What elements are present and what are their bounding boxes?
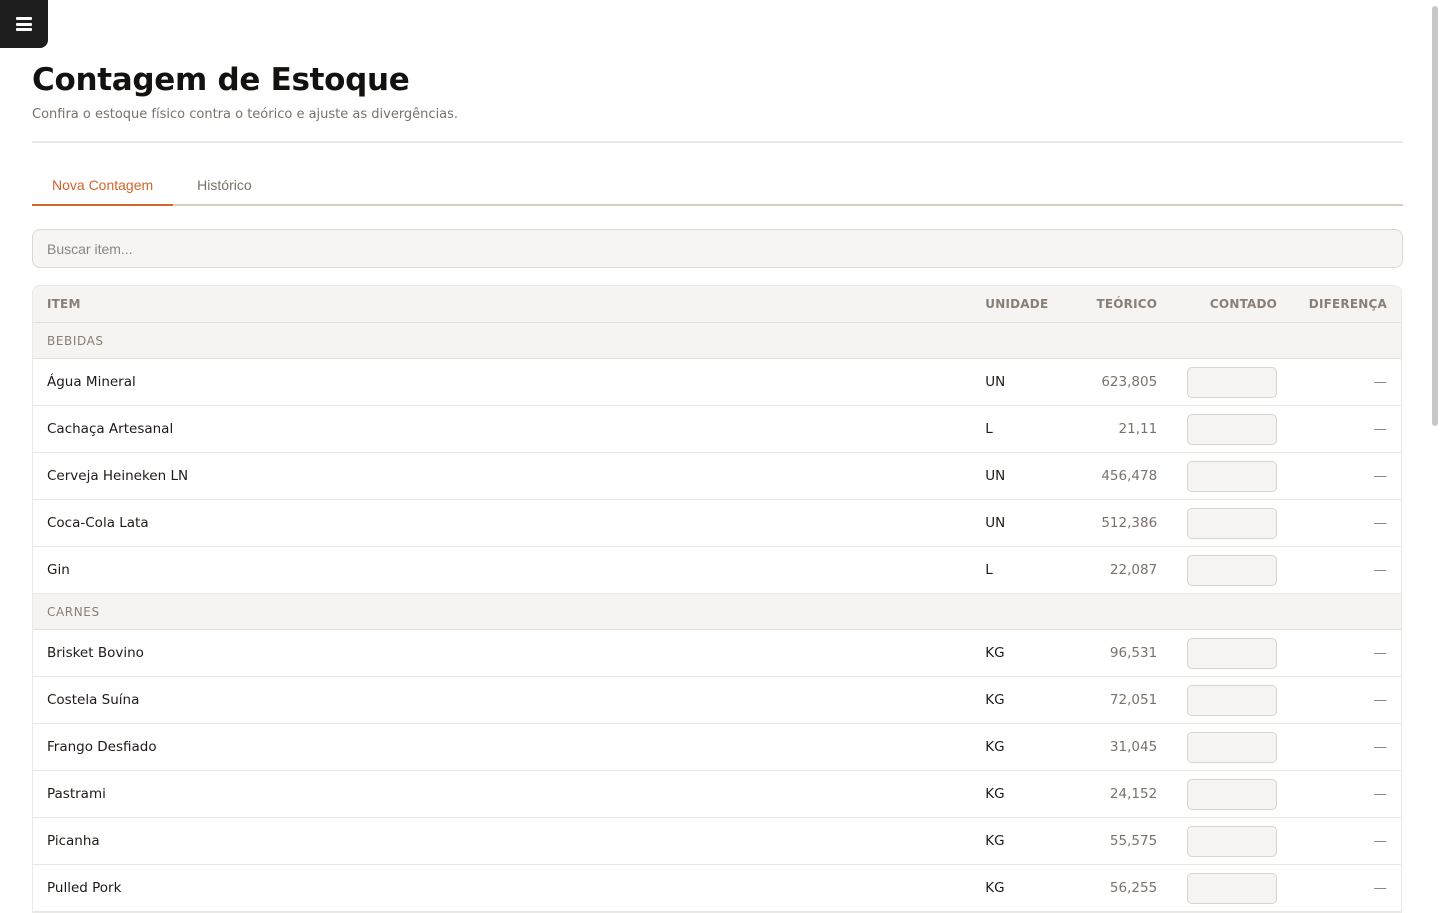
search-input[interactable]: [32, 229, 1403, 268]
column-header-item: ITEM: [47, 297, 81, 311]
item-counted-cell: [1157, 460, 1278, 492]
column-header-difference: DIFERENÇA: [1308, 297, 1387, 311]
item-name: Costela Suína: [47, 692, 140, 708]
item-unit: L: [985, 421, 993, 437]
item-counted-cell: [1157, 778, 1278, 810]
item-unit: UN: [985, 374, 1006, 390]
item-counted-cell: [1157, 554, 1278, 586]
counted-input[interactable]: [1187, 872, 1278, 904]
item-difference: —: [1373, 880, 1388, 896]
item-name: Brisket Bovino: [47, 645, 144, 661]
item-theoretical: 55,575: [1109, 833, 1158, 849]
table-row: Frango Desfiado KG 31,045 —: [33, 724, 1401, 771]
item-name: Frango Desfiado: [47, 739, 157, 755]
item-counted-cell: [1157, 413, 1278, 445]
item-theoretical: 72,051: [1109, 692, 1158, 708]
item-difference: —: [1373, 739, 1388, 755]
item-unit: KG: [985, 739, 1005, 755]
item-unit: KG: [985, 880, 1005, 896]
item-unit: UN: [985, 468, 1006, 484]
category-row: CARNES: [33, 594, 1401, 630]
inventory-table: ITEM UNIDADE TEÓRICO CONTADO DIFERENÇA B…: [32, 285, 1402, 913]
item-difference: —: [1373, 833, 1388, 849]
item-difference: —: [1373, 692, 1388, 708]
table-row: Coca-Cola Lata UN 512,386 —: [33, 500, 1401, 547]
table-row: Picanha KG 55,575 —: [33, 818, 1401, 865]
hamburger-menu-icon: [16, 17, 32, 31]
item-counted-cell: [1157, 872, 1278, 904]
item-name: Gin: [47, 562, 70, 578]
category-row: BEBIDAS: [33, 323, 1401, 359]
item-theoretical: 24,152: [1109, 786, 1158, 802]
category-label: BEBIDAS: [47, 333, 104, 348]
item-counted-cell: [1157, 507, 1278, 539]
item-difference: —: [1373, 645, 1388, 661]
table-row: Gin L 22,087 —: [33, 547, 1401, 594]
item-unit: KG: [985, 692, 1005, 708]
page-title: Contagem de Estoque: [32, 62, 410, 98]
column-header-counted: CONTADO: [1209, 297, 1278, 311]
item-unit: KG: [985, 786, 1005, 802]
header-divider: [32, 141, 1403, 143]
table-row: Brisket Bovino KG 96,531 —: [33, 630, 1401, 677]
counted-input[interactable]: [1187, 825, 1278, 857]
item-counted-cell: [1157, 637, 1278, 669]
item-theoretical: 512,386: [1101, 515, 1158, 531]
item-theoretical: 22,087: [1109, 562, 1158, 578]
item-difference: —: [1373, 786, 1388, 802]
item-difference: —: [1373, 562, 1388, 578]
counted-input[interactable]: [1187, 684, 1278, 716]
item-theoretical: 21,11: [1118, 421, 1158, 437]
page-subtitle: Confira o estoque físico contra o teóric…: [32, 107, 459, 122]
counted-input[interactable]: [1187, 778, 1278, 810]
item-difference: —: [1373, 374, 1388, 390]
item-counted-cell: [1157, 684, 1278, 716]
counted-input[interactable]: [1187, 507, 1278, 539]
item-name: Cachaça Artesanal: [47, 421, 174, 437]
counted-input[interactable]: [1187, 413, 1278, 445]
item-difference: —: [1373, 515, 1388, 531]
item-unit: L: [985, 562, 993, 578]
item-unit: UN: [985, 515, 1006, 531]
item-counted-cell: [1157, 825, 1278, 857]
counted-input[interactable]: [1187, 731, 1278, 763]
column-header-theoretical: TEÓRICO: [1096, 297, 1158, 311]
item-theoretical: 31,045: [1109, 739, 1158, 755]
tab-historico[interactable]: Histórico: [173, 165, 271, 206]
item-name: Coca-Cola Lata: [47, 515, 149, 531]
table-header: ITEM UNIDADE TEÓRICO CONTADO DIFERENÇA: [33, 286, 1401, 323]
table-row: Pastrami KG 24,152 —: [33, 771, 1401, 818]
item-theoretical: 96,531: [1109, 645, 1158, 661]
category-label: CARNES: [47, 604, 100, 619]
item-unit: KG: [985, 833, 1005, 849]
counted-input[interactable]: [1187, 366, 1278, 398]
table-row: Cerveja Heineken LN UN 456,478 —: [33, 453, 1401, 500]
item-theoretical: 623,805: [1101, 374, 1158, 390]
item-name: Pastrami: [47, 786, 106, 802]
table-row: Pulled Pork KG 56,255 —: [33, 865, 1401, 912]
counted-input[interactable]: [1187, 637, 1278, 669]
item-name: Picanha: [47, 833, 100, 849]
item-theoretical: 56,255: [1109, 880, 1158, 896]
table-row: Cachaça Artesanal L 21,11 —: [33, 406, 1401, 453]
item-theoretical: 456,478: [1101, 468, 1158, 484]
item-unit: KG: [985, 645, 1005, 661]
tab-nova-contagem[interactable]: Nova Contagem: [32, 165, 174, 206]
item-name: Pulled Pork: [47, 880, 122, 896]
counted-input[interactable]: [1187, 554, 1278, 586]
item-counted-cell: [1157, 366, 1278, 398]
tab-bar: Nova Contagem Histórico: [32, 165, 1403, 206]
table-row: Água Mineral UN 623,805 —: [33, 359, 1401, 406]
page-scrollbar[interactable]: [1432, 6, 1438, 426]
column-header-unit: UNIDADE: [985, 297, 1049, 311]
item-name: Cerveja Heineken LN: [47, 468, 189, 484]
item-difference: —: [1373, 421, 1388, 437]
item-difference: —: [1373, 468, 1388, 484]
table-body: BEBIDAS Água Mineral UN 623,805— Cachaça Art…: [33, 323, 1401, 912]
item-name: Água Mineral: [47, 374, 136, 390]
counted-input[interactable]: [1187, 460, 1278, 492]
menu-toggle-button[interactable]: [0, 0, 48, 48]
table-row: Costela Suína KG 72,051 —: [33, 677, 1401, 724]
item-counted-cell: [1157, 731, 1278, 763]
